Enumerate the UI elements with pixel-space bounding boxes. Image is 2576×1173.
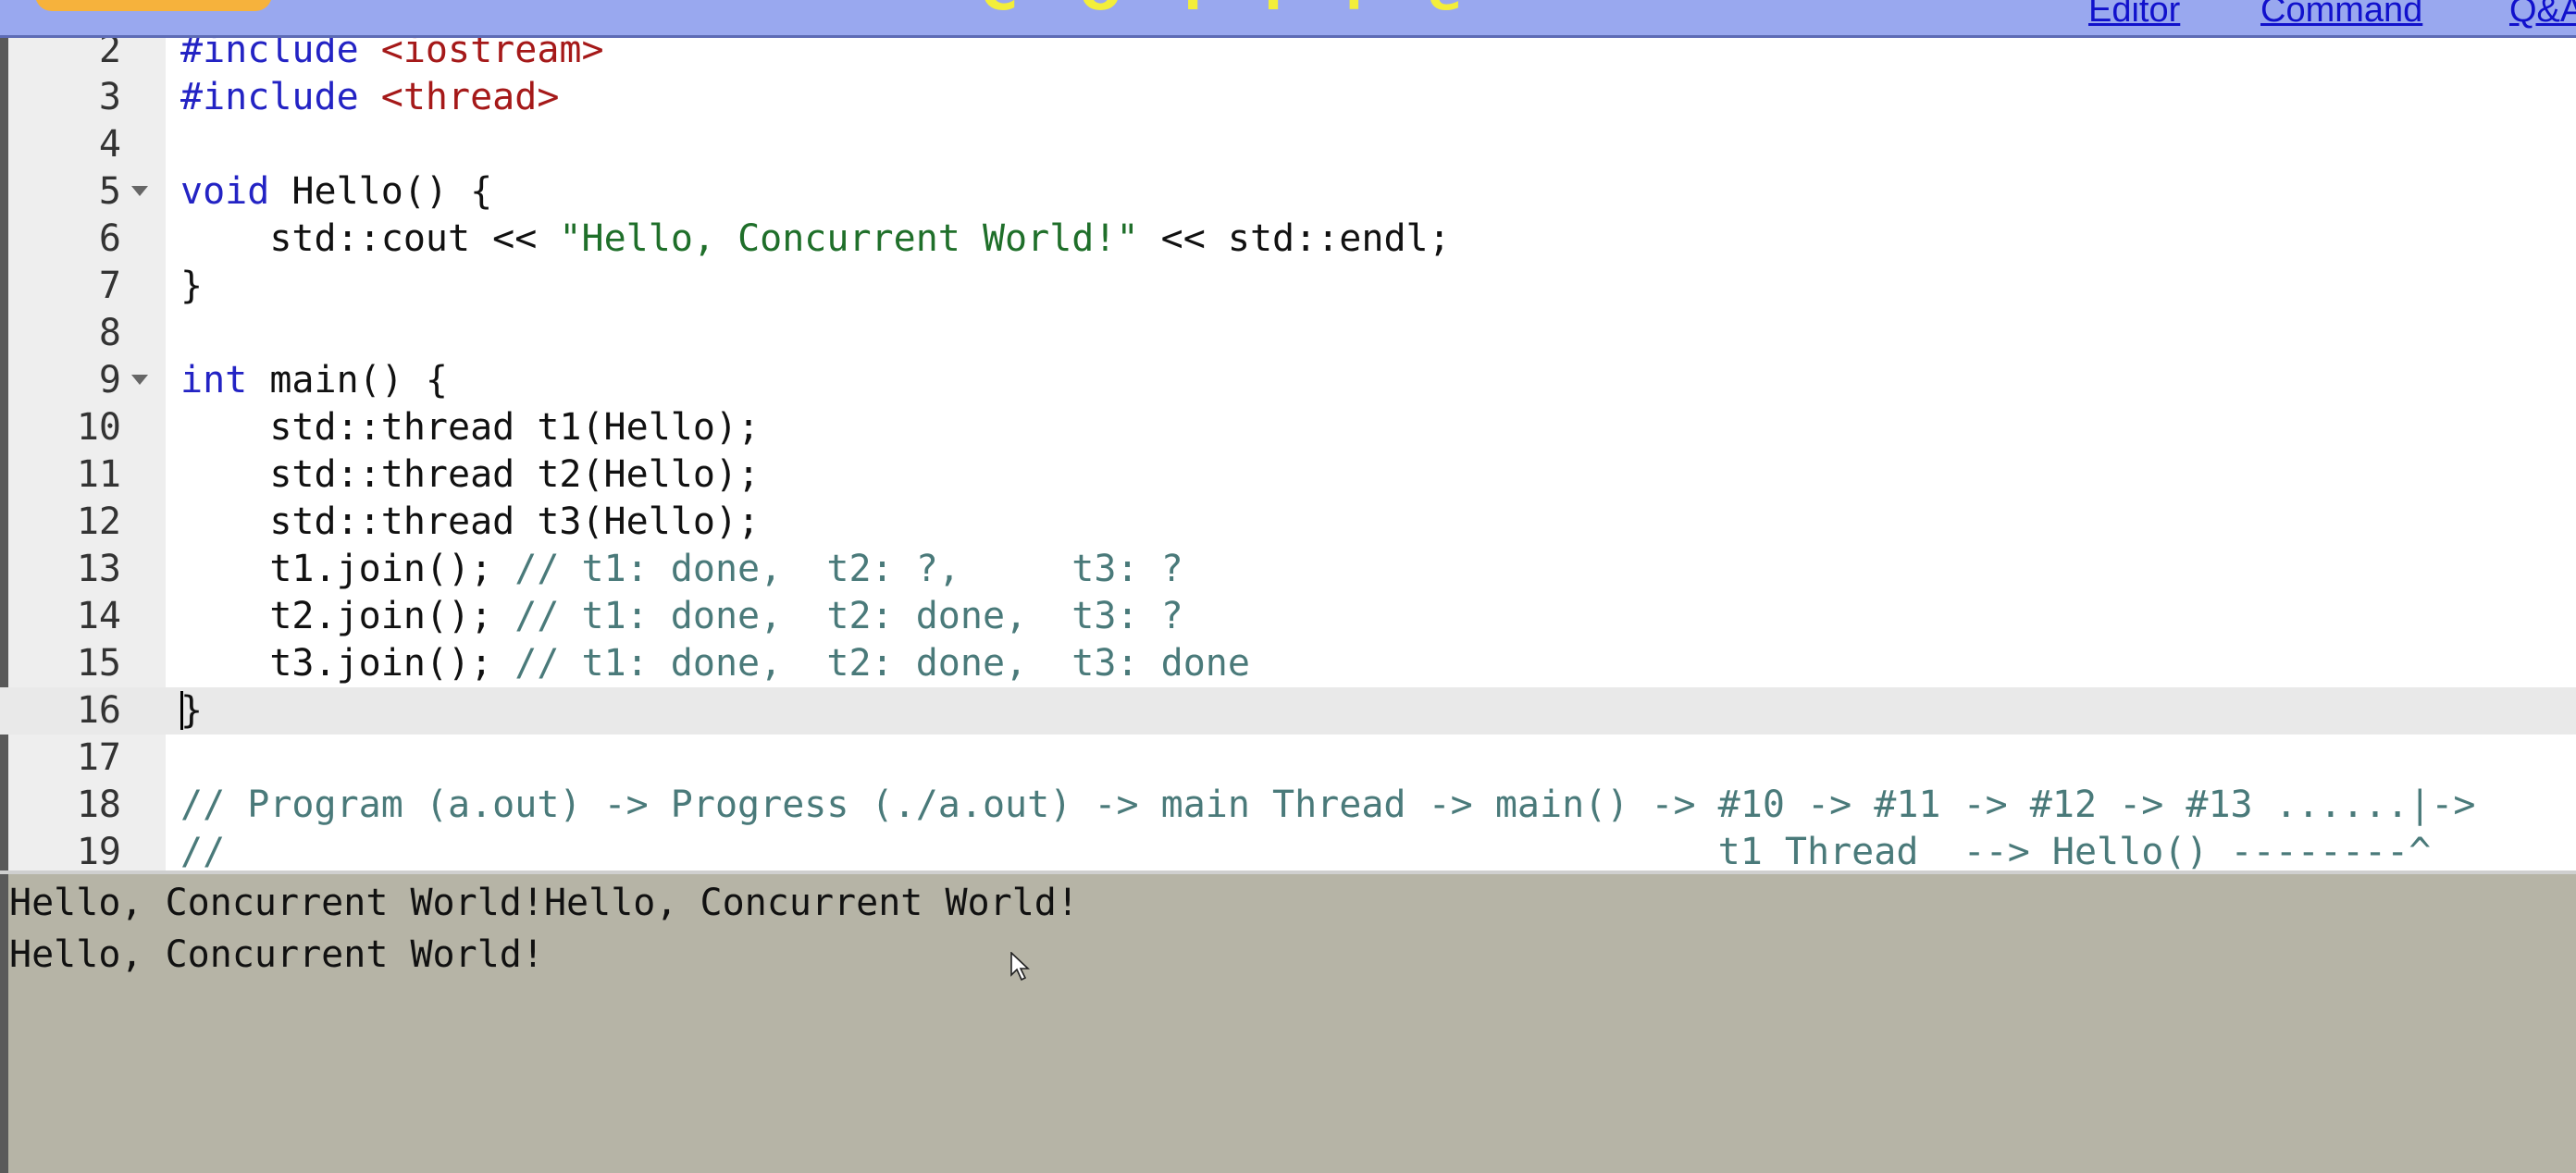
console-left-border xyxy=(0,874,8,1173)
code-text: } xyxy=(180,265,204,307)
code-text: void Hello() { xyxy=(180,170,493,213)
code-text: t3.join(); // t1: done, t2: done, t3: do… xyxy=(180,642,1250,685)
line-number: 10 xyxy=(76,406,121,449)
code-line[interactable]: 8 xyxy=(0,310,2576,357)
code-text: t2.join(); // t1: done, t2: done, t3: ? xyxy=(180,595,1183,637)
site-logo: C O I I f e xyxy=(981,0,1484,21)
line-number: 14 xyxy=(76,595,121,637)
output-console: Hello, Concurrent World!Hello, Concurren… xyxy=(0,870,2576,1173)
line-number: 16 xyxy=(76,689,121,732)
output-line: Hello, Concurrent World! xyxy=(9,933,544,976)
code-text: int main() { xyxy=(180,359,448,401)
line-number: 4 xyxy=(98,123,121,166)
line-number: 5 xyxy=(98,170,121,213)
code-line[interactable]: 14 t2.join(); // t1: done, t2: done, t3:… xyxy=(0,593,2576,640)
line-number: 18 xyxy=(76,784,121,826)
line-number: 9 xyxy=(98,359,121,401)
line-number: 12 xyxy=(76,500,121,543)
code-text: } xyxy=(180,689,204,732)
code-line[interactable]: 18 // Program (a.out) -> Progress (./a.ou… xyxy=(0,782,2576,829)
code-line[interactable]: 17 xyxy=(0,735,2576,782)
top-bar: C O I I f e Editor Command Q&A xyxy=(0,0,2576,38)
code-line[interactable]: 10 std::thread t1(Hello); xyxy=(0,404,2576,451)
text-cursor xyxy=(180,691,183,730)
fold-arrow-icon[interactable] xyxy=(131,186,148,196)
line-number: 15 xyxy=(76,642,121,685)
code-line[interactable]: 6 std::cout << "Hello, Concurrent World!… xyxy=(0,216,2576,263)
nav-editor-link[interactable]: Editor xyxy=(2088,0,2180,31)
code-text: std::thread t2(Hello); xyxy=(180,453,761,496)
code-text: // Program (a.out) -> Progress (./a.out)… xyxy=(180,784,2476,826)
code-line[interactable]: 4 xyxy=(0,121,2576,168)
output-line: Hello, Concurrent World!Hello, Concurren… xyxy=(9,882,1079,924)
code-line[interactable]: 3 #include <thread> xyxy=(0,74,2576,121)
line-number: 2 xyxy=(98,38,121,71)
code-line[interactable]: 16} xyxy=(0,687,2576,735)
code-text: #include <iostream> xyxy=(180,38,604,71)
code-line[interactable]: 7} xyxy=(0,263,2576,310)
code-text: t1.join(); // t1: done, t2: ?, t3: ? xyxy=(180,548,1183,590)
code-editor[interactable]: 2 #include <iostream> 3 #include <thread> 4 5… xyxy=(0,38,2576,870)
brand-button[interactable] xyxy=(35,0,272,11)
code-line[interactable]: 9 int main() { xyxy=(0,357,2576,404)
code-text: // t1 Thread --> Hello() --------^ xyxy=(180,831,2432,870)
line-number: 7 xyxy=(98,265,121,307)
code-text: std::thread t1(Hello); xyxy=(180,406,761,449)
line-number: 17 xyxy=(76,736,121,779)
code-line[interactable]: 13 t1.join(); // t1: done, t2: ?, t3: ? xyxy=(0,546,2576,593)
mouse-pointer-icon xyxy=(1010,952,1031,982)
code-line[interactable]: 12 std::thread t3(Hello); xyxy=(0,499,2576,546)
code-line[interactable]: 5 void Hello() { xyxy=(0,168,2576,216)
nav-qa-link[interactable]: Q&A xyxy=(2509,0,2576,31)
line-number: 3 xyxy=(98,76,121,118)
line-number: 19 xyxy=(76,831,121,870)
code-line[interactable]: 15 t3.join(); // t1: done, t2: done, t3:… xyxy=(0,640,2576,687)
code-line[interactable]: 19 // t1 Thread --> Hello() --------^ xyxy=(0,829,2576,870)
code-line[interactable]: 2 #include <iostream> xyxy=(0,38,2576,74)
code-text: std::thread t3(Hello); xyxy=(180,500,761,543)
code-text: #include <thread> xyxy=(180,76,560,118)
line-number: 6 xyxy=(98,217,121,260)
code-line[interactable]: 11 std::thread t2(Hello); xyxy=(0,451,2576,499)
fold-arrow-icon[interactable] xyxy=(131,375,148,385)
line-number: 13 xyxy=(76,548,121,590)
line-number: 11 xyxy=(76,453,121,496)
line-number: 8 xyxy=(98,312,121,354)
nav-command-link[interactable]: Command xyxy=(2260,0,2422,31)
code-text: std::cout << "Hello, Concurrent World!" … xyxy=(180,217,1451,260)
